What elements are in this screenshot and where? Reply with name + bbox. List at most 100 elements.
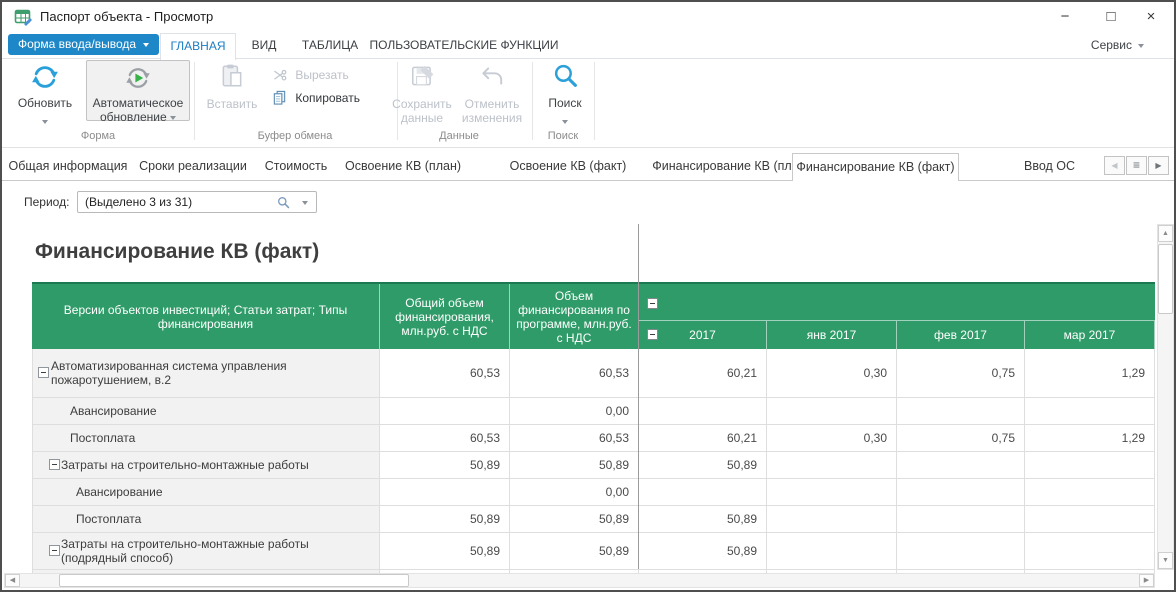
cell[interactable] <box>1025 533 1155 570</box>
tree-cell[interactable]: Постоплата <box>32 506 380 533</box>
tree-cell[interactable]: Затраты на строительно-монтажные работы <box>32 452 380 479</box>
collapse-row-icon[interactable] <box>49 545 60 556</box>
cell[interactable] <box>1025 398 1155 425</box>
cell[interactable] <box>897 479 1025 506</box>
header-year-2017[interactable]: 2017 <box>639 321 767 349</box>
cell[interactable]: 60,53 <box>510 349 639 398</box>
tab-implementation[interactable]: Сроки реализации <box>139 152 247 180</box>
tab-os-input[interactable]: Ввод ОС <box>1024 152 1096 180</box>
cell[interactable]: 0,30 <box>767 349 897 398</box>
tree-cell[interactable]: Постоплата <box>32 425 380 452</box>
cell[interactable]: 60,53 <box>380 425 510 452</box>
chevron-down-icon[interactable] <box>302 201 308 205</box>
cell[interactable] <box>639 479 767 506</box>
cell[interactable] <box>1025 479 1155 506</box>
scroll-left-button[interactable]: ◀ <box>5 574 20 587</box>
frozen-column-splitter[interactable] <box>638 224 639 569</box>
cell[interactable] <box>767 506 897 533</box>
header-mar-2017[interactable]: мар 2017 <box>1025 321 1155 349</box>
cell[interactable] <box>380 479 510 506</box>
service-menu[interactable]: Сервис <box>1091 32 1144 58</box>
scroll-down-button[interactable]: ▼ <box>1158 552 1173 569</box>
tab-kv-fin-plan[interactable]: Финансирование КВ (план) <box>652 152 809 180</box>
ribbon-tab-user-functions[interactable]: ПОЛЬЗОВАТЕЛЬСКИЕ ФУНКЦИИ <box>370 32 559 58</box>
horizontal-scrollbar[interactable]: ◀ ▶ <box>4 573 1155 588</box>
cell[interactable]: 0,75 <box>897 349 1025 398</box>
cell[interactable]: 50,89 <box>510 452 639 479</box>
tab-kv-dev-fact[interactable]: Освоение КВ (факт) <box>510 152 627 180</box>
tab-general-info[interactable]: Общая информация <box>9 152 128 180</box>
ribbon-tab-table[interactable]: ТАБЛИЦА <box>302 32 358 58</box>
cell[interactable] <box>1025 452 1155 479</box>
search-icon[interactable] <box>277 196 290 214</box>
cell[interactable] <box>767 533 897 570</box>
vertical-scrollbar-thumb[interactable] <box>1158 244 1173 314</box>
tab-list-button[interactable]: ≡ <box>1126 156 1147 175</box>
cell[interactable]: 50,89 <box>510 533 639 570</box>
cell[interactable]: 0,30 <box>767 425 897 452</box>
cell[interactable] <box>897 452 1025 479</box>
tab-scroll-left-button[interactable]: ◀ <box>1104 156 1125 175</box>
period-combobox[interactable]: (Выделено 3 из 31) <box>77 191 317 213</box>
vertical-scrollbar[interactable]: ▲ ▼ <box>1157 224 1174 570</box>
row-label: Затраты на строительно-монтажные работы <box>61 458 309 472</box>
collapse-row-icon[interactable] <box>49 459 60 470</box>
auto-refresh-button[interactable]: Автоматическое обновление <box>86 60 190 124</box>
cell[interactable] <box>897 533 1025 570</box>
collapse-years-icon[interactable] <box>647 298 658 309</box>
scroll-right-button[interactable]: ▶ <box>1139 574 1154 587</box>
cell[interactable]: 0,00 <box>510 479 639 506</box>
cell[interactable]: 50,89 <box>639 452 767 479</box>
ribbon-tab-view[interactable]: ВИД <box>252 32 277 58</box>
cell[interactable]: 50,89 <box>510 506 639 533</box>
copy-button[interactable]: Копировать <box>272 90 360 108</box>
cell[interactable]: 50,89 <box>639 506 767 533</box>
tree-cell[interactable]: Автоматизированная система управления по… <box>32 349 380 398</box>
auto-refresh-icon <box>87 61 189 96</box>
chevron-down-icon <box>169 115 176 120</box>
cell[interactable] <box>1025 506 1155 533</box>
cell[interactable] <box>767 398 897 425</box>
refresh-button[interactable]: Обновить <box>12 59 78 128</box>
cell[interactable] <box>380 398 510 425</box>
chevron-down-icon <box>1138 43 1144 48</box>
form-io-menu-button[interactable]: Форма ввода/вывода <box>8 34 159 55</box>
header-feb-2017[interactable]: фев 2017 <box>897 321 1025 349</box>
collapse-row-icon[interactable] <box>38 367 49 378</box>
horizontal-scrollbar-thumb[interactable] <box>59 574 409 587</box>
cell[interactable]: 1,29 <box>1025 349 1155 398</box>
cell[interactable]: 50,89 <box>380 506 510 533</box>
cell[interactable] <box>767 452 897 479</box>
table-row: Постоплата 60,53 60,53 60,21 0,30 0,75 1… <box>32 425 1155 452</box>
cell[interactable]: 50,89 <box>380 452 510 479</box>
minimize-button[interactable]: − <box>1046 2 1084 31</box>
search-button[interactable]: Поиск <box>540 59 590 128</box>
cell[interactable]: 0,00 <box>510 398 639 425</box>
maximize-button[interactable]: □ <box>1092 2 1130 31</box>
cell[interactable] <box>897 506 1025 533</box>
cell[interactable]: 50,89 <box>380 533 510 570</box>
tab-scroll-right-button[interactable]: ▶ <box>1148 156 1169 175</box>
cell[interactable] <box>639 398 767 425</box>
cell[interactable]: 50,89 <box>639 533 767 570</box>
collapse-year-icon[interactable] <box>647 329 658 340</box>
tab-kv-dev-plan[interactable]: Освоение КВ (план) <box>345 152 461 180</box>
cell[interactable] <box>767 479 897 506</box>
cell[interactable]: 0,75 <box>897 425 1025 452</box>
table-row: Автоматизированная система управления по… <box>32 349 1155 398</box>
cell[interactable] <box>897 398 1025 425</box>
cell[interactable]: 60,53 <box>380 349 510 398</box>
close-button[interactable]: × <box>1132 2 1170 31</box>
ribbon-tab-main[interactable]: ГЛАВНАЯ <box>160 33 236 60</box>
tree-cell[interactable]: Авансирование <box>32 479 380 506</box>
cell[interactable]: 1,29 <box>1025 425 1155 452</box>
tab-kv-fin-fact[interactable]: Финансирование КВ (факт) <box>792 153 959 181</box>
tree-cell[interactable]: Затраты на строительно-монтажные работы … <box>32 533 380 570</box>
scroll-up-button[interactable]: ▲ <box>1158 225 1173 242</box>
header-jan-2017[interactable]: янв 2017 <box>767 321 897 349</box>
cell[interactable]: 60,21 <box>639 425 767 452</box>
cell[interactable]: 60,53 <box>510 425 639 452</box>
tab-cost[interactable]: Стоимость <box>265 152 328 180</box>
tree-cell[interactable]: Авансирование <box>32 398 380 425</box>
cell[interactable]: 60,21 <box>639 349 767 398</box>
